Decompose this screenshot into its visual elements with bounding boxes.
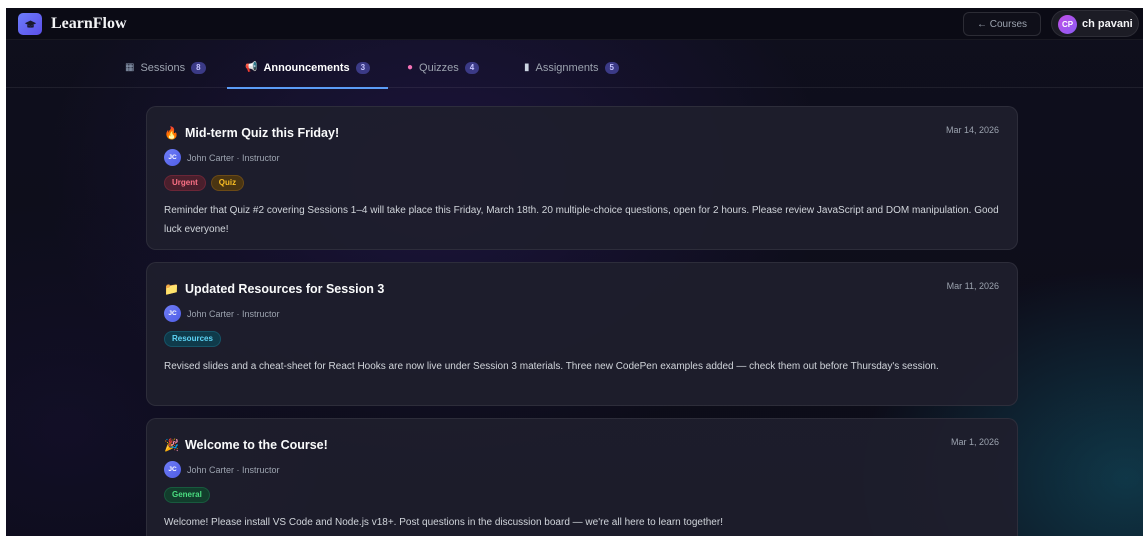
announcement-date: Mar 1, 2026 (950, 437, 999, 447)
party-popper-icon: 🎉 (164, 438, 179, 452)
count-badge: 5 (604, 62, 619, 74)
announcement-title: 🔥 Mid-term Quiz this Friday! (164, 126, 340, 140)
user-menu[interactable]: CP ch pavani (1051, 10, 1139, 37)
folder-icon: 📁 (164, 282, 179, 296)
tag-list: General (164, 487, 210, 503)
author-name: John Carter · Instructor (187, 152, 280, 163)
megaphone-icon: 📢 (245, 62, 258, 73)
document-icon: ▮ (524, 62, 530, 73)
count-badge: 3 (355, 62, 371, 74)
tab-announcements[interactable]: 📢 Announcements 3 (227, 48, 389, 89)
tab-sessions[interactable]: ▦ Sessions 8 (125, 48, 206, 88)
announcement-card[interactable]: 📁 Updated Resources for Session 3 Mar 11,… (146, 262, 1018, 406)
announcement-card[interactable]: 🎉 Welcome to the Course! Mar 1, 2026 JC J… (146, 418, 1018, 536)
announcement-title: 🎉 Welcome to the Course! (164, 438, 328, 452)
announcement-body: Revised slides and a cheat-sheet for Rea… (164, 361, 939, 372)
announcement-card[interactable]: 🔥 Mid-term Quiz this Friday! Mar 14, 2026… (146, 106, 1018, 250)
tab-label: Announcements (263, 62, 350, 74)
author-name: John Carter · Instructor (187, 464, 280, 475)
tab-label: Sessions (140, 62, 186, 74)
avatar: JC (164, 149, 181, 166)
tag-quiz: Quiz (210, 175, 245, 191)
announcement-body: Reminder that Quiz #2 covering Sessions … (164, 205, 999, 235)
tag-general: General (164, 487, 210, 503)
tag-list: Resources (164, 331, 221, 347)
brain-icon: ● (407, 62, 414, 73)
avatar: JC (164, 305, 181, 322)
announcement-title: 📁 Updated Resources for Session 3 (164, 282, 385, 296)
count-badge: 4 (464, 62, 480, 74)
author-line: JC John Carter · Instructor (164, 149, 280, 166)
tag-urgent: Urgent (164, 175, 206, 191)
graduation-cap-icon[interactable] (18, 13, 42, 35)
avatar: CP (1058, 15, 1077, 34)
count-badge: 8 (191, 62, 206, 74)
tab-label: Assignments (535, 62, 599, 74)
tab-quizzes[interactable]: ● Quizzes 4 (407, 48, 480, 88)
tag-resources: Resources (164, 331, 221, 347)
tab-label: Quizzes (419, 62, 459, 74)
announcement-body: Welcome! Please install VS Code and Node… (164, 517, 723, 528)
tab-assignments[interactable]: ▮ Assignments 5 (524, 48, 619, 88)
calendar-icon: ▦ (125, 62, 135, 73)
back-to-courses-button[interactable]: ← Courses (963, 12, 1041, 36)
announcement-date: Mar 14, 2026 (945, 125, 999, 135)
avatar: JC (164, 461, 181, 478)
brand-name[interactable]: LearnFlow (51, 15, 127, 33)
author-name: John Carter · Instructor (187, 308, 280, 319)
top-bar: LearnFlow ← Courses CP ch pavani (6, 8, 1143, 40)
announcement-date: Mar 11, 2026 (946, 281, 999, 291)
fire-icon: 🔥 (164, 126, 179, 140)
author-line: JC John Carter · Instructor (164, 461, 280, 478)
author-line: JC John Carter · Instructor (164, 305, 280, 322)
tag-list: Urgent Quiz (164, 175, 245, 191)
tab-bar: ▦ Sessions 8 📢 Announcements 3 ● Quizzes… (6, 48, 1143, 89)
app-shell: LearnFlow ← Courses CP ch pavani ▦ Sessi… (6, 8, 1143, 536)
user-name: ch pavani (1082, 18, 1133, 30)
